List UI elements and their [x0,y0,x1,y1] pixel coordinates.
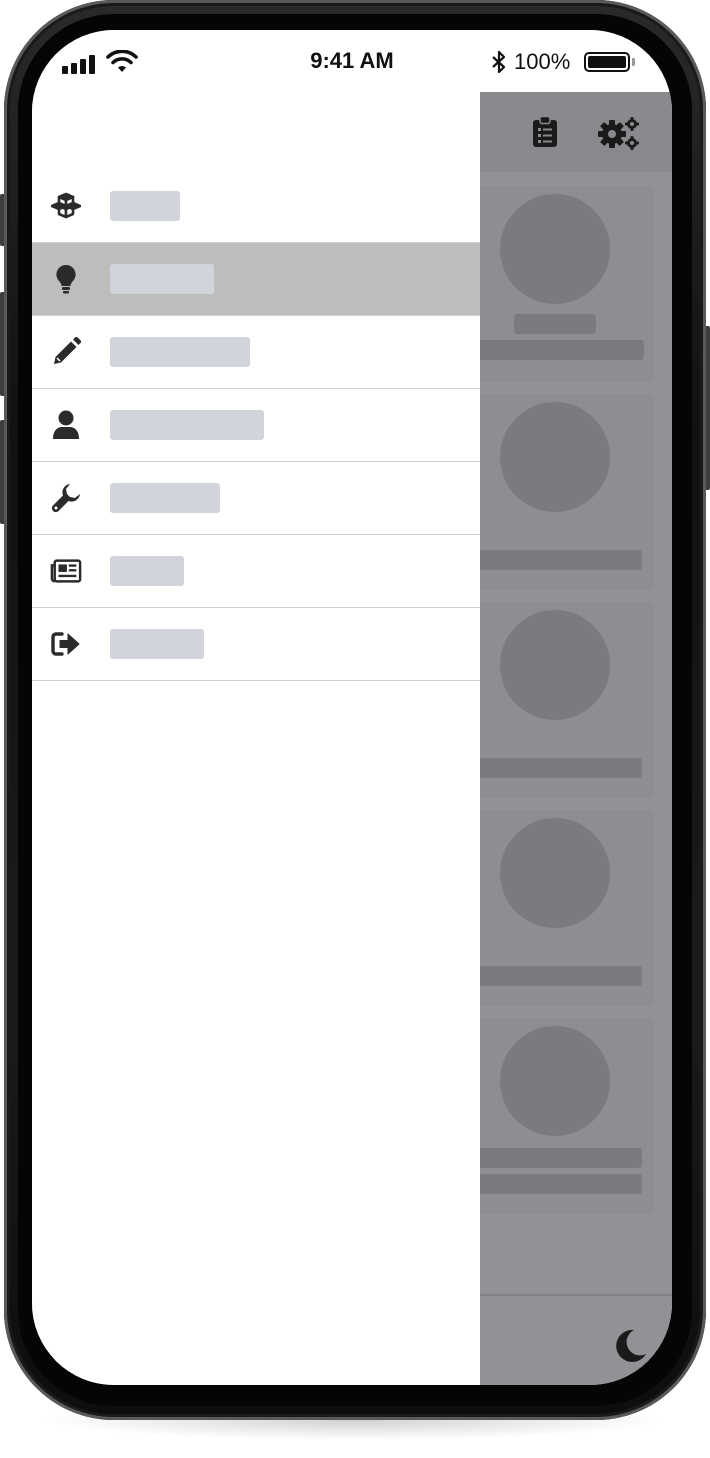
battery-cap [632,58,635,66]
drawer-item-label [110,337,250,367]
card-avatar [500,818,610,928]
newspaper-icon [50,555,82,587]
drawer-item-6[interactable] [32,608,480,681]
phone-screen: 9:41 AM 100% [32,30,672,1385]
background-card [450,810,654,1006]
pencil-icon [50,336,82,368]
drawer-item-1[interactable] [32,243,480,316]
drawer-item-4[interactable] [32,462,480,535]
drawer-item-label [110,410,264,440]
background-card [450,1018,654,1214]
drawer-item-label [110,629,204,659]
navigation-drawer [32,92,480,1385]
background-card [450,186,654,382]
drawer-item-label [110,556,184,586]
drawer-item-label [110,264,214,294]
status-time: 9:41 AM [310,48,394,73]
drawer-item-label [110,191,180,221]
card-avatar [500,194,610,304]
card-avatar [500,402,610,512]
battery-icon [584,52,630,72]
moon-icon[interactable] [612,1328,648,1364]
battery-percent: 100% [514,49,571,74]
status-bar: 9:41 AM 100% [32,30,672,92]
drawer-item-5[interactable] [32,535,480,608]
user-icon [50,409,82,441]
wrench-icon [50,482,82,514]
card-avatar [500,610,610,720]
drawer-item-3[interactable] [32,389,480,462]
drawer-item-2[interactable] [32,316,480,389]
drawer-item-0[interactable] [32,170,480,243]
background-card [450,394,654,590]
bluetooth-icon [492,50,506,74]
cogs-icon[interactable] [597,116,641,150]
background-card [450,602,654,798]
drawer-item-label [110,483,220,513]
lightbulb-icon [50,263,82,295]
clipboard-list-icon[interactable] [532,116,558,148]
sign-out-icon [50,628,82,660]
cubes-icon [50,190,82,222]
card-avatar [500,1026,610,1136]
drawer-menu [32,170,480,681]
card-title-placeholder [514,314,596,334]
